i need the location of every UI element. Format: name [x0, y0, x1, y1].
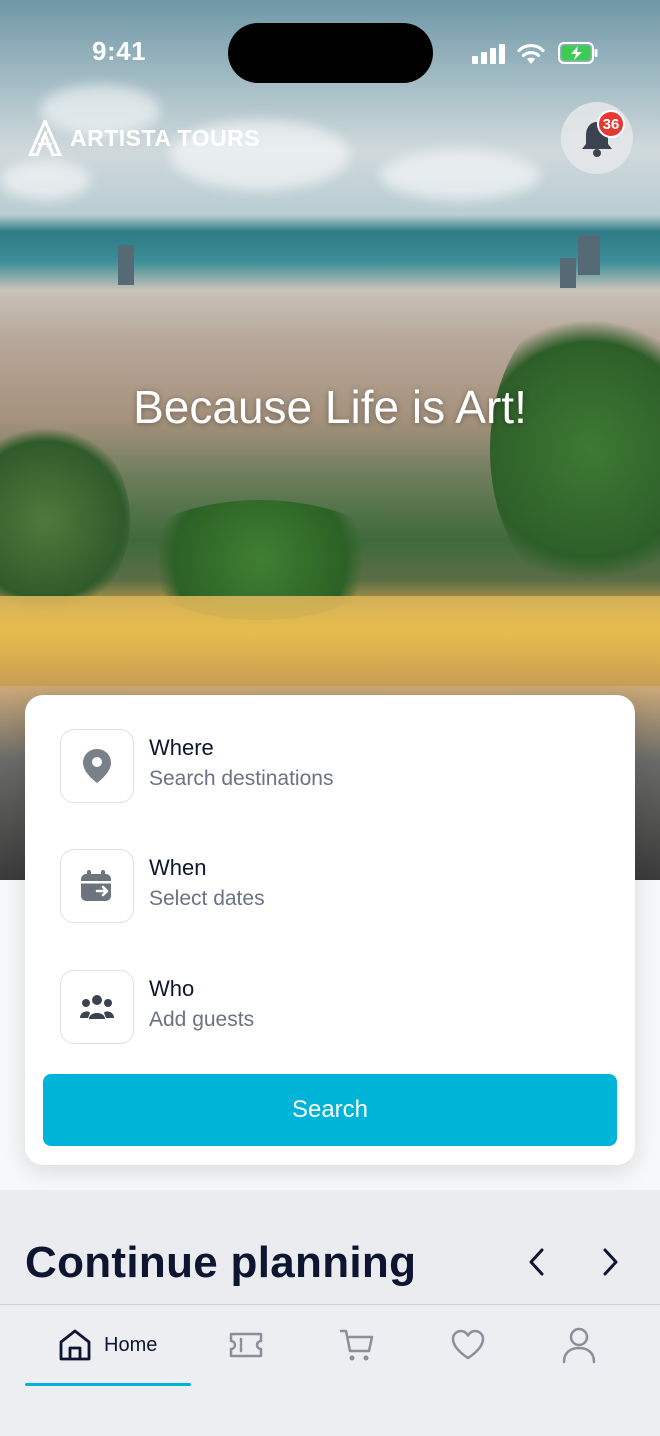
active-tab-indicator: [25, 1383, 191, 1386]
section-title: Continue planning: [25, 1238, 417, 1287]
when-field[interactable]: When Select dates: [60, 849, 600, 925]
who-icon-box: [60, 970, 134, 1044]
brand-name: ARTISTA TOURS: [70, 124, 261, 151]
where-placeholder: Search destinations: [149, 767, 334, 790]
previous-button[interactable]: [517, 1242, 557, 1282]
when-label: When: [149, 855, 207, 880]
notification-count-badge: 36: [597, 110, 625, 138]
cellular-signal-icon: [472, 42, 506, 64]
brand-logo[interactable]: ARTISTA TOURS: [28, 120, 260, 156]
hero-tagline: Because Life is Art!: [133, 381, 527, 433]
who-label: Who: [149, 976, 195, 1001]
cart-icon: [339, 1329, 374, 1361]
where-icon-box: [60, 729, 134, 803]
calendar-icon: [81, 870, 111, 901]
nav-favorites[interactable]: [450, 1323, 486, 1367]
where-label: Where: [149, 735, 214, 760]
chevron-right-icon: [603, 1248, 618, 1276]
bottom-navigation: Home: [0, 1304, 660, 1436]
dynamic-island: [228, 23, 433, 83]
artista-logo-icon: [28, 120, 62, 156]
continue-planning-section: Continue planning: [0, 1190, 660, 1304]
wifi-icon: [517, 43, 545, 64]
heart-icon: [451, 1329, 485, 1360]
nav-home-label: Home: [104, 1333, 158, 1356]
battery-charging-icon: [558, 42, 598, 64]
chevron-left-icon: [529, 1248, 544, 1276]
when-placeholder: Select dates: [149, 887, 265, 910]
guests-icon: [80, 995, 114, 1019]
location-pin-icon: [83, 749, 111, 783]
who-placeholder: Add guests: [149, 1008, 255, 1031]
user-icon: [562, 1327, 596, 1364]
when-icon-box: [60, 849, 134, 923]
notifications-button[interactable]: [561, 102, 633, 174]
status-time: 9:41: [92, 36, 147, 66]
ticket-icon: [229, 1332, 263, 1358]
who-field[interactable]: Who Add guests: [60, 970, 600, 1046]
nav-cart[interactable]: [339, 1323, 375, 1367]
search-button[interactable]: Search: [43, 1074, 617, 1146]
next-button[interactable]: [590, 1242, 630, 1282]
nav-home[interactable]: Home: [58, 1323, 157, 1367]
home-icon: [59, 1329, 91, 1361]
where-field[interactable]: Where Search destinations: [60, 729, 600, 805]
search-card: Where Search destinations When Select da…: [25, 695, 635, 1165]
nav-profile[interactable]: [561, 1323, 597, 1367]
nav-tickets[interactable]: [228, 1323, 264, 1367]
status-bar: 9:41: [0, 0, 660, 100]
